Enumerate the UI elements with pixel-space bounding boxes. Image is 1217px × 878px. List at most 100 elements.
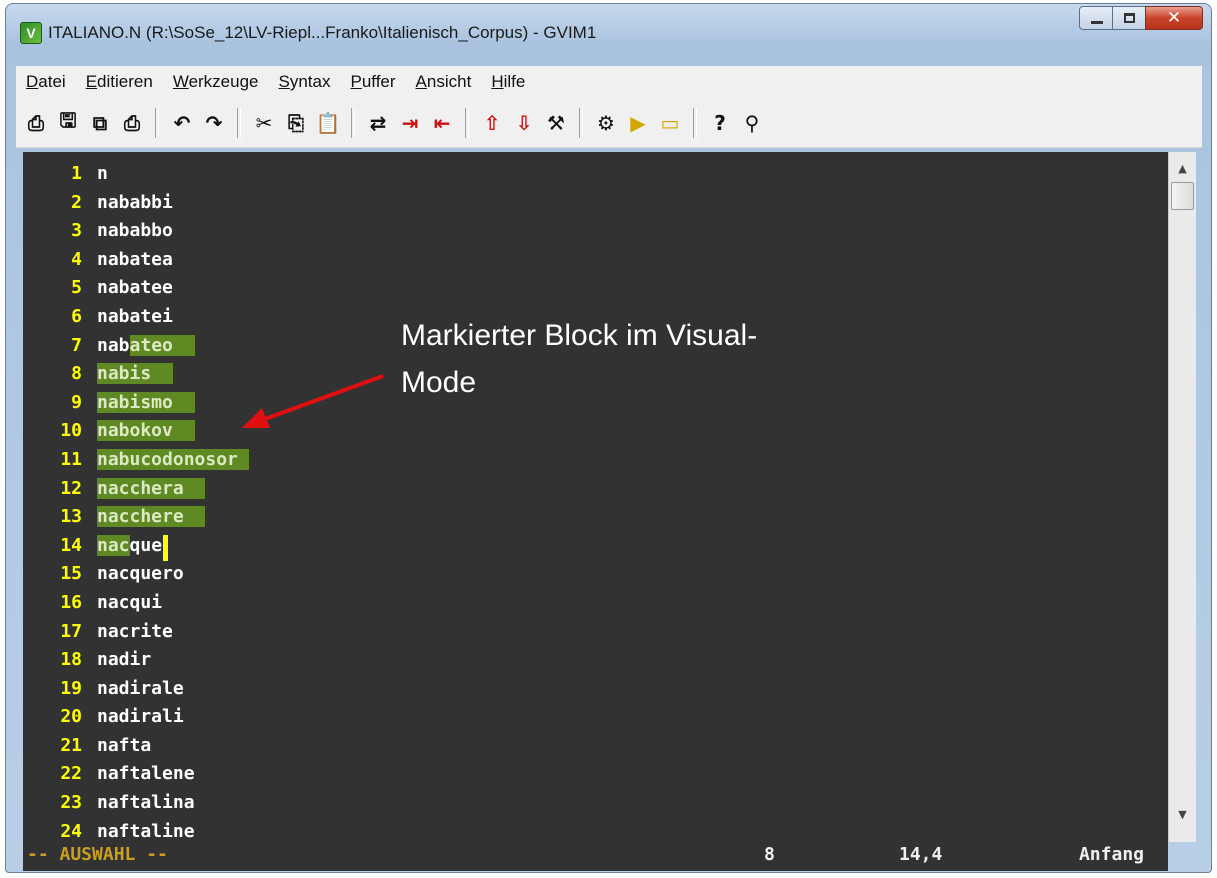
load-session-icon[interactable]: ⇧: [478, 108, 506, 138]
find-replace-icon[interactable]: ⇄: [364, 108, 392, 138]
save-all-icon[interactable]: ⧉: [86, 108, 114, 138]
line-text-part: nabatea: [97, 248, 173, 270]
cursor: [163, 535, 168, 561]
close-button[interactable]: ✕: [1145, 6, 1203, 30]
vertical-scrollbar[interactable]: ▲ ▼: [1168, 152, 1196, 842]
selected-text: ateo: [129, 334, 195, 356]
line-number: 4: [71, 248, 82, 270]
caption-buttons: ✕: [1079, 6, 1203, 32]
maximize-button[interactable]: [1112, 6, 1146, 30]
selected-text: nabismo: [97, 391, 195, 413]
line-text: nacchera: [97, 475, 206, 504]
minimize-button[interactable]: [1079, 6, 1113, 30]
annotation-label: Markierter Block im Visual- Mode: [401, 312, 961, 406]
line-number: 5: [71, 277, 82, 299]
save-session-icon[interactable]: ⇩: [510, 108, 538, 138]
menu-hilfe[interactable]: Hilfe: [491, 72, 525, 92]
paste-icon[interactable]: 📋: [314, 108, 342, 138]
line-text: nabokov: [97, 417, 195, 446]
menu-puffer[interactable]: Puffer: [350, 72, 395, 92]
line-number: 17: [60, 620, 82, 642]
line-number: 24: [60, 820, 82, 842]
menu-datei[interactable]: Datei: [26, 72, 66, 92]
scroll-thumb[interactable]: [1171, 182, 1194, 210]
line-text-part: nadirale: [97, 677, 184, 699]
line-number: 11: [60, 448, 82, 470]
editor-text-area[interactable]: 1 n 2 nababbi 3 nababbo 4 nabatea 5 nabatee 6 nabat…: [23, 152, 1168, 842]
selected-text: nac: [97, 534, 130, 556]
menu-editieren[interactable]: Editieren: [86, 72, 153, 92]
selected-text: nabis: [97, 363, 173, 385]
make-icon[interactable]: ⚙: [592, 108, 620, 138]
save-icon[interactable]: 🖫: [54, 108, 82, 138]
line-text-part: que: [129, 534, 163, 556]
selected-text: nabokov: [97, 420, 195, 442]
line-number: 2: [71, 191, 82, 213]
open-file-icon[interactable]: ⎙: [22, 108, 50, 138]
line-number: 14: [60, 534, 82, 556]
find-prev-icon[interactable]: ⇤: [428, 108, 456, 138]
title-bar[interactable]: V ITALIANO.N (R:\SoSe_12\LV-Riepl...Fran…: [6, 4, 1211, 62]
annotation-line-2: Mode: [401, 366, 477, 399]
menu-syntax[interactable]: Syntax: [279, 72, 331, 92]
redo-icon[interactable]: ↷: [200, 108, 228, 138]
shell-icon[interactable]: ▶: [624, 108, 652, 138]
line-text: naftaline: [97, 818, 195, 842]
line-text: nabatei: [97, 303, 173, 332]
line-text: n: [97, 160, 108, 189]
line-text: nabis: [97, 360, 173, 389]
close-icon: ✕: [1166, 8, 1182, 28]
toolbar-separator: [155, 107, 159, 138]
cut-icon[interactable]: ✂: [250, 108, 278, 138]
line-number: 16: [60, 591, 82, 613]
undo-icon[interactable]: ↶: [168, 108, 196, 138]
line-text: nacque: [97, 532, 162, 561]
line-text: nacquero: [97, 560, 184, 589]
toolbar-separator: [351, 107, 355, 138]
find-help-icon[interactable]: ⚲: [738, 108, 766, 138]
line-text: naftalina: [97, 789, 195, 818]
line-text: nadirali: [97, 703, 184, 732]
line-text-part: naftalina: [97, 792, 195, 814]
help-icon[interactable]: ?: [706, 108, 734, 138]
ctags-icon[interactable]: ▭: [656, 108, 684, 138]
line-text: nadirale: [97, 675, 184, 704]
run-script-icon[interactable]: ⚒: [542, 108, 570, 138]
line-text-part: nacquero: [97, 563, 184, 585]
line-number: 8: [71, 363, 82, 385]
selected-text: nacchera: [97, 477, 206, 499]
scroll-down-arrow-icon[interactable]: ▼: [1169, 804, 1196, 826]
status-line: -- AUSWAHL -- 8 14,4 Anfang: [23, 842, 1168, 871]
line-text: naftalene: [97, 760, 195, 789]
menu-ansicht[interactable]: Ansicht: [416, 72, 472, 92]
toolbar-separator: [465, 107, 469, 138]
line-number: 6: [71, 305, 82, 327]
scroll-up-arrow-icon[interactable]: ▲: [1169, 158, 1196, 180]
line-number: 15: [60, 563, 82, 585]
line-number: 9: [71, 391, 82, 413]
toolbar-separator: [579, 107, 583, 138]
toolbar-separator: [693, 107, 697, 138]
gvim-app-icon[interactable]: V: [20, 22, 42, 44]
line-text-part: nab: [97, 334, 130, 356]
window-title: ITALIANO.N (R:\SoSe_12\LV-Riepl...Franko…: [48, 23, 597, 42]
line-number: 12: [60, 477, 82, 499]
selection-count: 8: [764, 844, 775, 865]
print-icon[interactable]: ⎙: [118, 108, 146, 138]
line-text: nabismo: [97, 389, 195, 418]
find-next-icon[interactable]: ⇥: [396, 108, 424, 138]
copy-icon[interactable]: ⎘: [282, 108, 310, 138]
menu-werkzeuge[interactable]: Werkzeuge: [173, 72, 259, 92]
line-number: 3: [71, 220, 82, 242]
line-text-part: nadir: [97, 649, 152, 671]
line-text-part: nafta: [97, 734, 152, 756]
line-number: 7: [71, 334, 82, 356]
line-text: nababbo: [97, 217, 173, 246]
line-text-part: nacqui: [97, 591, 163, 613]
line-number: 10: [60, 420, 82, 442]
line-text: nacqui: [97, 589, 162, 618]
line-number: 18: [60, 649, 82, 671]
line-text-part: nababbo: [97, 220, 173, 242]
line-text: nacrite: [97, 618, 173, 647]
line-number: 19: [60, 677, 82, 699]
